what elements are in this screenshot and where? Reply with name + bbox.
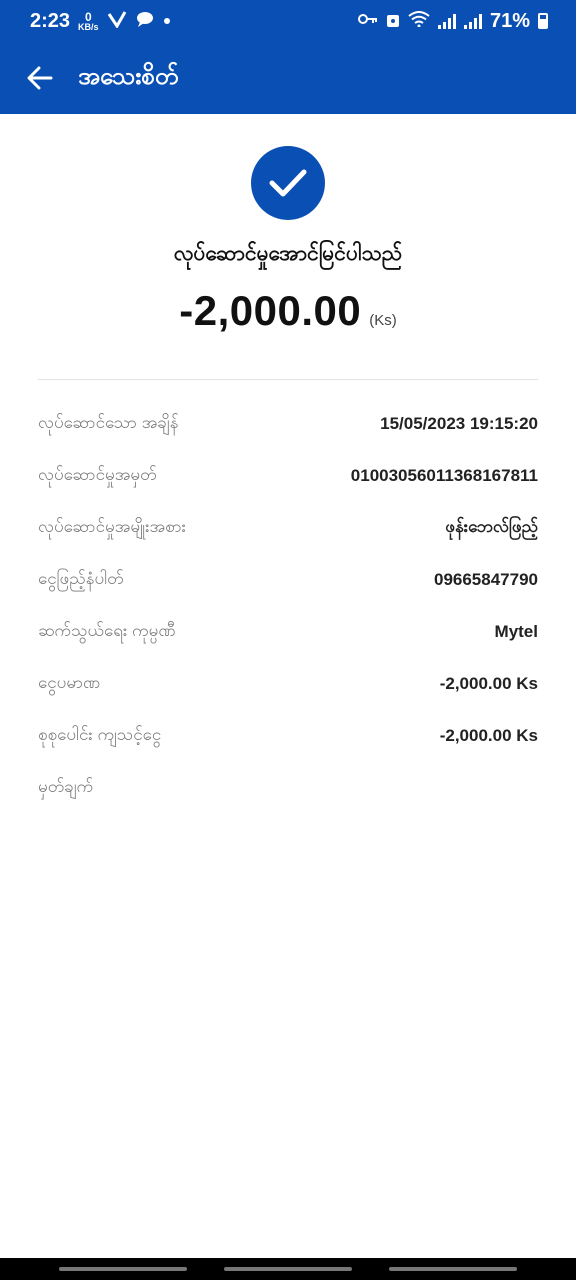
page-title: အသေးစိတ် (78, 63, 179, 90)
detail-row: ငွေဖြည့်နံပါတ် 09665847790 (38, 554, 538, 606)
detail-row: လုပ်ဆောင်သော အချိန် 15/05/2023 19:15:20 (38, 398, 538, 450)
nav-back-handle[interactable] (389, 1267, 518, 1271)
status-message: လုပ်ဆောင်မှုအောင်မြင်ပါသည် (173, 242, 403, 265)
detail-label: လုပ်ဆောင်မှုအမျိုးအစား (38, 516, 187, 536)
transaction-amount: -2,000.00 (179, 287, 362, 334)
detail-value: Mytel (494, 622, 538, 641)
currency-label: (Ks) (369, 312, 397, 329)
network-speed-unit: KB/s (78, 21, 99, 32)
key-icon (357, 12, 378, 30)
security-icon (386, 10, 400, 32)
battery-percent: 71% (489, 9, 530, 32)
detail-value: ဖုန်းဘေလ်ဖြည့် (445, 516, 538, 536)
chat-icon (135, 10, 155, 32)
check-icon (269, 169, 307, 197)
network-speed: 0 KB/s (78, 11, 99, 32)
detail-label: စုစုပေါင်း ကျသင့်ငွေ (38, 724, 162, 744)
wifi-icon (408, 11, 430, 31)
detail-label: ဆက်သွယ်ရေး ကုမ္ပဏီ (38, 620, 176, 640)
detail-label: လုပ်ဆောင်မှုအမှတ် (38, 464, 157, 484)
detail-row: မှတ်ချက် (38, 762, 538, 814)
nav-home-handle[interactable] (223, 1267, 352, 1271)
detail-value: 15/05/2023 19:15:20 (380, 414, 538, 433)
network-speed-value: 0 (84, 9, 92, 24)
verified-icon (107, 10, 127, 32)
status-time: 2:23 (30, 9, 71, 32)
detail-label: မှတ်ချက် (38, 776, 94, 796)
receipt-summary: လုပ်ဆောင်မှုအောင်မြင်ပါသည် -2,000.00 (Ks… (0, 114, 576, 335)
detail-row: စုစုပေါင်း ကျသင့်ငွေ -2,000.00 Ks (38, 710, 538, 762)
transaction-details: လုပ်ဆောင်သော အချိန် 15/05/2023 19:15:20 … (0, 380, 576, 814)
nav-recents-handle[interactable] (58, 1267, 187, 1271)
detail-label: ငွေဖြည့်နံပါတ် (38, 568, 124, 588)
detail-row: လုပ်ဆောင်မှုအမှတ် 01003056011368167811 (38, 450, 538, 502)
battery-icon (538, 13, 548, 29)
signal-strength-2-icon (463, 13, 482, 29)
detail-row: ဆက်သွယ်ရေး ကုမ္ပဏီ Mytel (38, 606, 538, 658)
success-badge (251, 146, 325, 220)
notification-dot-icon (163, 13, 171, 29)
detail-label: ငွေပမာဏ (38, 672, 101, 692)
detail-value: -2,000.00 Ks (439, 726, 538, 745)
detail-label: လုပ်ဆောင်သော အချိန် (38, 412, 179, 432)
detail-row: လုပ်ဆောင်မှုအမျိုးအစား ဖုန်းဘေလ်ဖြည့် (38, 502, 538, 554)
detail-value: 01003056011368167811 (350, 466, 538, 485)
detail-row: ငွေပမာဏ -2,000.00 Ks (38, 658, 538, 710)
signal-strength-icon (437, 13, 456, 29)
detail-value: -2,000.00 Ks (439, 674, 538, 693)
amount-row: -2,000.00 (Ks) (0, 287, 576, 335)
status-bar: 2:23 0 KB/s 71% (0, 0, 576, 42)
app-header: 2:23 0 KB/s 71% အသေးစိတ် (0, 0, 576, 114)
toolbar: အသေးစိတ် (0, 42, 576, 114)
back-button[interactable] (26, 64, 54, 92)
detail-value: 09665847790 (433, 570, 538, 589)
arrow-left-icon (27, 66, 53, 90)
system-navigation-bar (0, 1258, 576, 1280)
